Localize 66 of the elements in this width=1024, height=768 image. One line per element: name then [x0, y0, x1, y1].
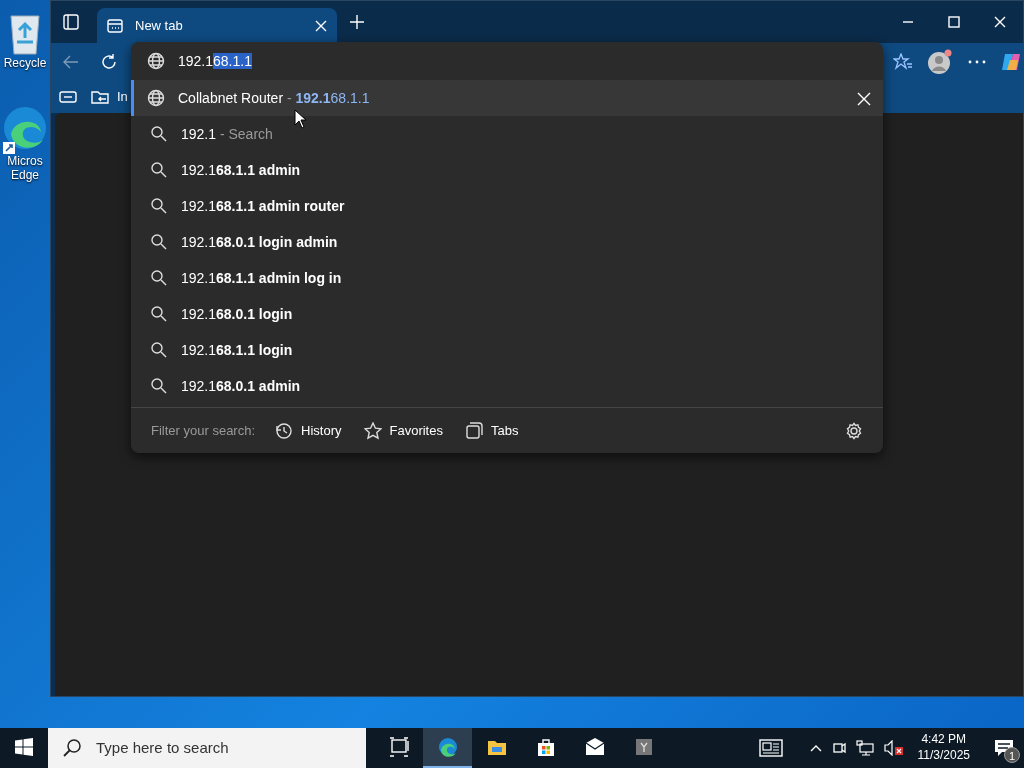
chevron-up-icon[interactable] — [809, 744, 822, 752]
folder-icon — [91, 89, 109, 105]
settings-icon[interactable] — [845, 422, 863, 441]
task-view-icon — [388, 737, 409, 757]
globe-icon — [147, 89, 165, 107]
tabs-icon — [464, 421, 483, 440]
search-icon — [150, 233, 168, 251]
collections-icon[interactable] — [59, 90, 77, 104]
history-icon — [275, 421, 294, 440]
edge-icon — [437, 737, 458, 757]
search-icon — [150, 305, 168, 323]
copilot-icon[interactable] — [1001, 52, 1021, 72]
browser-tab[interactable]: New tab — [97, 8, 337, 43]
notifications-button[interactable]: 1 — [984, 728, 1024, 768]
search-icon — [150, 341, 168, 359]
taskbar-search-box[interactable]: Type here to search — [48, 728, 366, 768]
suggestion-item[interactable]: 192.1 - Search — [131, 116, 883, 152]
refresh-icon[interactable] — [100, 53, 118, 71]
search-icon — [150, 197, 168, 215]
app-icon — [633, 737, 654, 757]
network-icon[interactable] — [855, 740, 874, 756]
profile-icon[interactable] — [927, 49, 953, 75]
filter-chip[interactable]: Tabs — [462, 418, 521, 443]
store-icon — [535, 737, 556, 757]
desktop-icon-label[interactable]: Recycle — [3, 56, 47, 71]
mail-icon — [584, 737, 605, 757]
taskbar-search-field[interactable]: Type here to search — [94, 735, 334, 761]
search-icon — [62, 738, 82, 758]
tab-actions-icon[interactable] — [63, 14, 79, 30]
news-icon[interactable] — [758, 739, 783, 757]
close-tab-icon[interactable] — [315, 19, 327, 32]
volume-muted-icon[interactable] — [883, 740, 904, 756]
suggestion-item[interactable]: 192.168.1.1 admin log in — [131, 260, 883, 296]
back-icon[interactable] — [62, 53, 80, 71]
filter-chip[interactable]: Favorites — [361, 418, 445, 443]
globe-icon — [147, 52, 165, 70]
new-tab-page-icon — [107, 17, 123, 34]
camera-icon[interactable] — [831, 740, 846, 756]
clock[interactable]: 4:42 PM 11/3/2025 — [917, 732, 970, 764]
suggestion-item[interactable]: 192.168.1.1 admin — [131, 152, 883, 188]
mouse-cursor-icon — [294, 108, 308, 129]
remove-suggestion-icon[interactable] — [857, 91, 871, 106]
favorites-icon[interactable] — [893, 53, 913, 71]
maximize-icon — [948, 16, 960, 28]
notification-count: 1 — [1004, 747, 1020, 763]
search-icon — [150, 125, 168, 143]
desktop-icon-label[interactable]: Micros — [7, 154, 43, 169]
suggestion-item[interactable]: 192.168.1.1 login — [131, 332, 883, 368]
more-icon[interactable] — [968, 60, 986, 64]
new-tab-icon[interactable] — [349, 14, 365, 30]
search-icon — [150, 269, 168, 287]
suggestion-item[interactable]: 192.168.0.1 login admin — [131, 224, 883, 260]
filter-chip[interactable]: History — [273, 418, 344, 443]
desktop-icon-label[interactable]: Edge — [11, 168, 39, 183]
suggestion-item[interactable]: 192.168.0.1 login — [131, 296, 883, 332]
edge-shortcut-icon[interactable] — [1, 104, 49, 154]
search-icon — [150, 377, 168, 395]
search-icon — [150, 161, 168, 179]
suggestion-item[interactable]: Collabnet Router - 192.168.1.1 — [131, 80, 883, 116]
filter-label: Filter your search: — [151, 421, 256, 440]
windows-logo-icon — [15, 738, 33, 756]
favorites-bar-item[interactable]: In — [91, 87, 128, 107]
close-icon — [994, 16, 1006, 28]
star-icon — [363, 421, 382, 440]
suggestion-item[interactable]: 192.168.0.1 admin — [131, 368, 883, 404]
suggestion-item[interactable]: 192.168.1.1 admin router — [131, 188, 883, 224]
